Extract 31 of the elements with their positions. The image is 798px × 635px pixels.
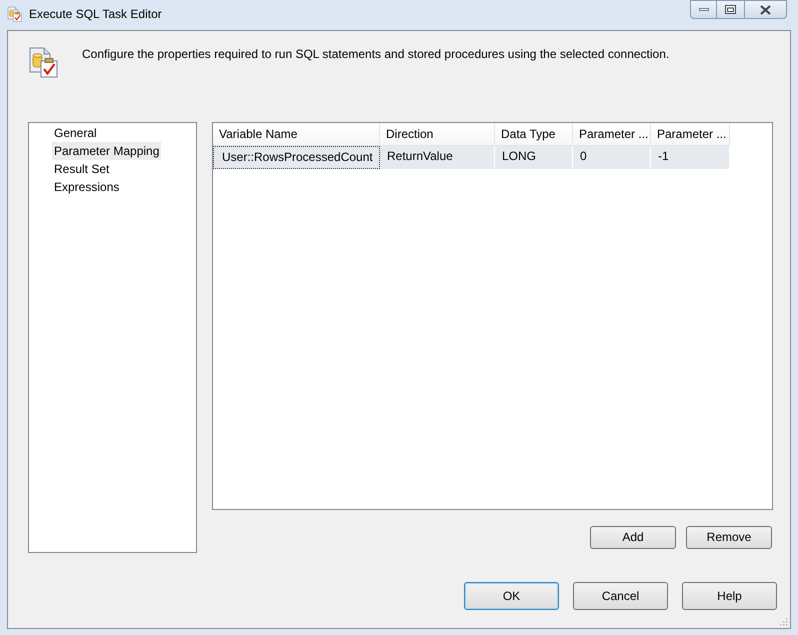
window-title: Execute SQL Task Editor bbox=[29, 6, 162, 22]
task-document-icon bbox=[28, 46, 60, 78]
minimize-icon bbox=[698, 8, 708, 11]
sidebar-item[interactable]: Result Set bbox=[52, 160, 112, 178]
dialog-button[interactable]: Help bbox=[682, 582, 777, 610]
column-header[interactable]: Data Type bbox=[495, 123, 573, 146]
column-header[interactable]: Parameter ... bbox=[651, 123, 730, 146]
minimize-button[interactable] bbox=[690, 0, 717, 19]
close-icon bbox=[760, 4, 771, 14]
action-button[interactable]: Add bbox=[590, 526, 676, 549]
table-cell: 0 bbox=[573, 146, 651, 169]
header-description: Configure the properties required to run SQL statements and stored procedures using the selected connection. bbox=[82, 47, 670, 62]
close-button[interactable] bbox=[745, 0, 787, 19]
dialog-button[interactable]: Cancel bbox=[573, 582, 668, 610]
table-cell: -1 bbox=[651, 146, 730, 169]
app-icon bbox=[7, 6, 23, 22]
table-row[interactable]: User::RowsProcessedCount ReturnValue LONG 0 -1 bbox=[213, 146, 730, 169]
sidebar-item[interactable]: Parameter Mapping bbox=[52, 142, 162, 160]
table-cell: User::RowsProcessedCount bbox=[213, 146, 380, 169]
action-button[interactable]: Remove bbox=[686, 526, 772, 549]
dialog-button[interactable]: OK bbox=[464, 582, 559, 610]
sidebar-item[interactable]: General bbox=[52, 124, 99, 142]
sidebar-item[interactable]: Expressions bbox=[52, 178, 122, 196]
table-cell: ReturnValue bbox=[380, 146, 495, 169]
column-header[interactable]: Parameter ... bbox=[573, 123, 651, 146]
resize-grip-icon bbox=[779, 617, 788, 626]
column-header[interactable]: Direction bbox=[380, 123, 495, 146]
maximize-icon bbox=[725, 5, 736, 14]
table-cell: LONG bbox=[495, 146, 573, 169]
maximize-button[interactable] bbox=[717, 0, 745, 19]
column-header[interactable]: Variable Name bbox=[213, 123, 380, 146]
